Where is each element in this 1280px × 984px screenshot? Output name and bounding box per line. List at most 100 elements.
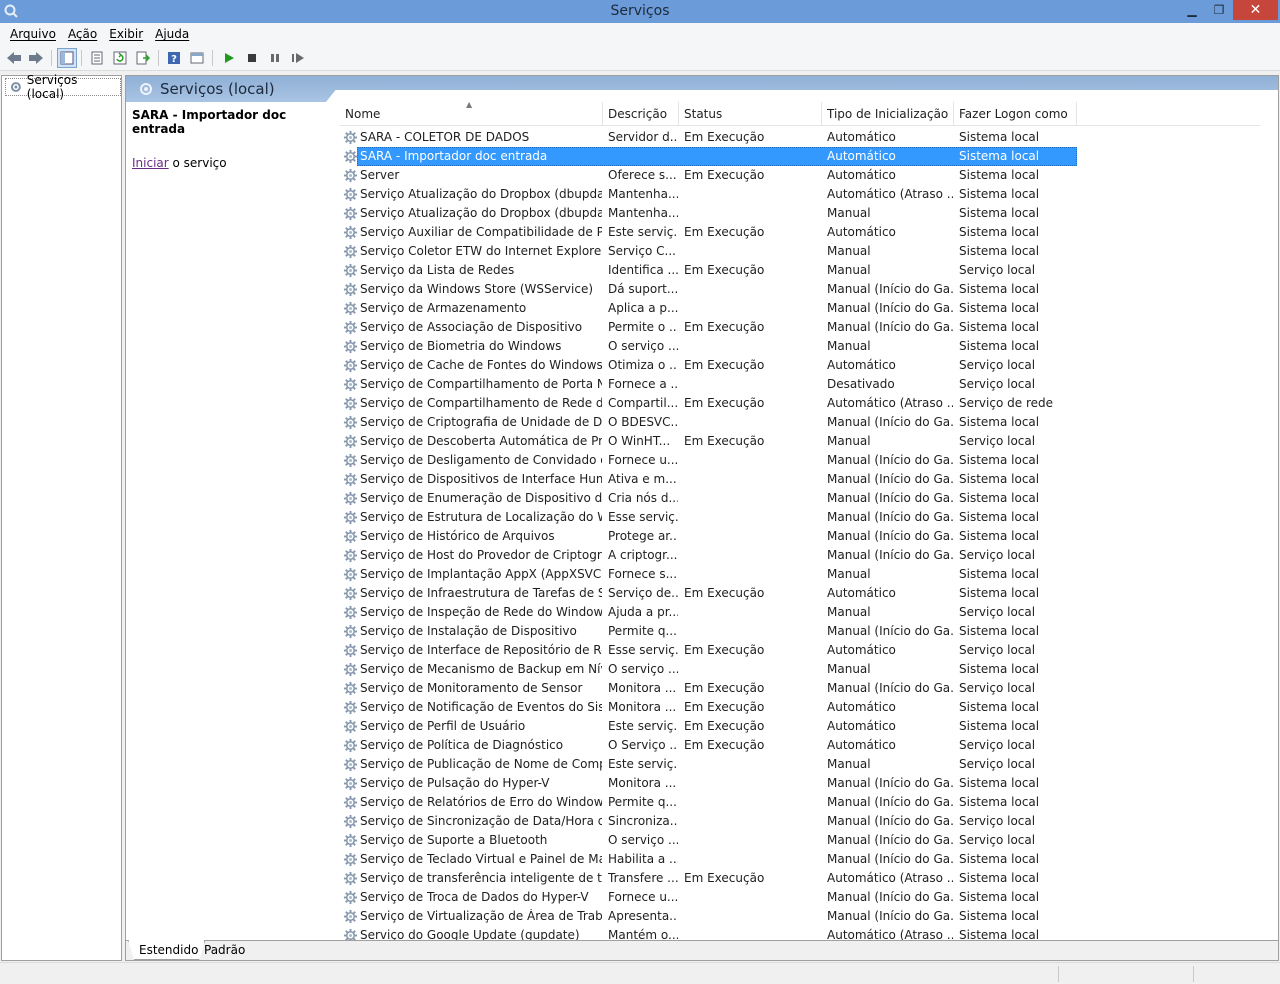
table-row[interactable]: Serviço de Enumeração de Dispositivo de … bbox=[340, 489, 1260, 508]
table-row[interactable]: Serviço de Desligamento de Convidado do … bbox=[340, 451, 1260, 470]
cell-description: Permite q... bbox=[608, 795, 677, 809]
close-button[interactable]: ✕ bbox=[1233, 0, 1278, 20]
cell-description: Ajuda a pr... bbox=[608, 605, 678, 619]
menu-arquivo[interactable]: Arquivo bbox=[4, 27, 62, 41]
table-row[interactable]: Serviço de Publicação de Nome de Comput.… bbox=[340, 755, 1260, 774]
table-row[interactable]: Serviço de Armazenamento Aplica a p... Man… bbox=[340, 299, 1260, 318]
properties-icon[interactable] bbox=[87, 48, 107, 68]
menu-acao[interactable]: Ação bbox=[62, 27, 103, 41]
table-row[interactable]: Serviço de Pulsação do Hyper-V Monitora .… bbox=[340, 774, 1260, 793]
table-row[interactable]: Serviço de Cache de Fontes do Windows Oti… bbox=[340, 356, 1260, 375]
table-row[interactable]: Serviço Atualização do Dropbox (dbupdate… bbox=[340, 185, 1260, 204]
pause-service-icon[interactable] bbox=[265, 48, 285, 68]
column-header-logon-as[interactable]: Fazer Logon como bbox=[954, 102, 1077, 126]
table-row[interactable]: Serviço de Teclado Virtual e Painel de M… bbox=[340, 850, 1260, 869]
start-service-icon[interactable] bbox=[219, 48, 239, 68]
table-row[interactable]: Serviço de Interface de Repositório de R… bbox=[340, 641, 1260, 660]
table-row[interactable]: Server Oferece s... Em Execução Automático S… bbox=[340, 166, 1260, 185]
restore-button[interactable]: ❐ bbox=[1205, 0, 1233, 20]
table-row[interactable]: Serviço de transferência inteligente de … bbox=[340, 869, 1260, 888]
table-row[interactable]: Serviço de Dispositivos de Interface Hum… bbox=[340, 470, 1260, 489]
service-gear-icon bbox=[343, 453, 358, 468]
export-list-icon[interactable] bbox=[133, 48, 153, 68]
cell-description: Fornece u... bbox=[608, 890, 678, 904]
cell-logon-as: Sistema local bbox=[959, 244, 1040, 258]
table-row[interactable]: Serviço Auxiliar de Compatibilidade de P… bbox=[340, 223, 1260, 242]
table-row[interactable]: Serviço de Biometria do Windows O serviço… bbox=[340, 337, 1260, 356]
cell-status: Em Execução bbox=[684, 320, 765, 334]
cell-startup-type: Manual (Início do Ga... bbox=[827, 814, 953, 828]
cell-logon-as: Sistema local bbox=[959, 168, 1040, 182]
table-row[interactable]: SARA - COLETOR DE DADOS Servidor d... Em E… bbox=[340, 128, 1260, 147]
table-row[interactable]: Serviço de Inspeção de Rede do Windows D… bbox=[340, 603, 1260, 622]
table-row[interactable]: Serviço de Histórico de Arquivos Protege … bbox=[340, 527, 1260, 546]
cell-description: Servidor d... bbox=[608, 130, 678, 144]
console-view-icon[interactable] bbox=[187, 48, 207, 68]
table-row[interactable]: Serviço de Associação de Dispositivo Perm… bbox=[340, 318, 1260, 337]
column-header-startup-type[interactable]: Tipo de Inicialização bbox=[822, 102, 954, 126]
table-row[interactable]: Serviço de Compartilhamento de Rede do .… bbox=[340, 394, 1260, 413]
cell-startup-type: Manual (Início do Ga... bbox=[827, 529, 953, 543]
menu-ajuda[interactable]: Ajuda bbox=[149, 27, 195, 41]
cell-startup-type: Manual bbox=[827, 605, 871, 619]
table-row[interactable]: Serviço de Relatórios de Erro do Windows… bbox=[340, 793, 1260, 812]
table-row[interactable]: Serviço de Implantação AppX (AppXSVC) For… bbox=[340, 565, 1260, 584]
column-header-description[interactable]: Descrição bbox=[603, 102, 679, 126]
cell-description: Otimiza o ... bbox=[608, 358, 678, 372]
table-row[interactable]: Serviço de Suporte a Bluetooth O serviço … bbox=[340, 831, 1260, 850]
table-row[interactable]: Serviço da Lista de Redes Identifica ... E… bbox=[340, 261, 1260, 280]
table-row[interactable]: Serviço de Criptografia de Unidade de Di… bbox=[340, 413, 1260, 432]
start-service-link[interactable]: Iniciar bbox=[132, 156, 169, 170]
table-row[interactable]: Serviço de Perfil de Usuário Este serviç.… bbox=[340, 717, 1260, 736]
table-row[interactable]: Serviço do Google Update (gupdate) Mantém… bbox=[340, 926, 1260, 940]
table-row[interactable]: Serviço de Mecanismo de Backup em Nível … bbox=[340, 660, 1260, 679]
service-gear-icon bbox=[343, 510, 358, 525]
table-row[interactable]: Serviço de Infraestrutura de Tarefas de … bbox=[340, 584, 1260, 603]
cell-startup-type: Manual (Início do Ga... bbox=[827, 833, 953, 847]
service-gear-icon bbox=[343, 605, 358, 620]
table-row[interactable]: Serviço de Descoberta Automática de Prox… bbox=[340, 432, 1260, 451]
table-row[interactable]: Serviço de Estrutura de Localização do W… bbox=[340, 508, 1260, 527]
service-gear-icon bbox=[343, 358, 358, 373]
tree-item-services-local[interactable]: Serviços (local) bbox=[5, 73, 121, 101]
service-gear-icon bbox=[343, 681, 358, 696]
table-row[interactable]: Serviço de Política de Diagnóstico O Serv… bbox=[340, 736, 1260, 755]
table-row[interactable]: Serviço de Host do Provedor de Criptogra… bbox=[340, 546, 1260, 565]
column-header-name[interactable]: Nome ▲ bbox=[340, 102, 603, 126]
refresh-icon[interactable] bbox=[110, 48, 130, 68]
menu-exibir[interactable]: Exibir bbox=[103, 27, 149, 41]
cell-status: Em Execução bbox=[684, 225, 765, 239]
minimize-button[interactable]: ▁ bbox=[1178, 0, 1206, 20]
tab-padrao[interactable]: Padrão bbox=[194, 940, 251, 960]
cell-name: Serviço Atualização do Dropbox (dbupdate… bbox=[360, 206, 602, 220]
table-row[interactable]: Serviço de Sincronização de Data/Hora do… bbox=[340, 812, 1260, 831]
cell-startup-type: Manual (Início do Ga... bbox=[827, 510, 953, 524]
menu-bar: Arquivo Ação Exibir Ajuda bbox=[0, 23, 1280, 45]
table-row[interactable]: Serviço de Instalação de Dispositivo Perm… bbox=[340, 622, 1260, 641]
table-row[interactable]: SARA - Importador doc entrada Automático S… bbox=[340, 147, 1260, 166]
table-row[interactable]: Serviço Coletor ETW do Internet Explorer… bbox=[340, 242, 1260, 261]
cell-description: Protege ar... bbox=[608, 529, 678, 543]
show-hide-tree-icon[interactable] bbox=[57, 48, 77, 68]
column-header-status[interactable]: Status bbox=[679, 102, 822, 126]
view-tabs: Estendido Padrão bbox=[126, 940, 1278, 960]
table-row[interactable]: Serviço Atualização do Dropbox (dbupdate… bbox=[340, 204, 1260, 223]
cell-name: Serviço de Interface de Repositório de R… bbox=[360, 643, 602, 657]
cell-status: Em Execução bbox=[684, 871, 765, 885]
table-row[interactable]: Serviço de Virtualização de Área de Trab… bbox=[340, 907, 1260, 926]
cell-startup-type: Manual (Início do Ga... bbox=[827, 472, 953, 486]
cell-startup-type: Desativado bbox=[827, 377, 895, 391]
table-row[interactable]: Serviço da Windows Store (WSService) Dá s… bbox=[340, 280, 1260, 299]
service-gear-icon bbox=[343, 738, 358, 753]
forward-icon[interactable] bbox=[26, 48, 46, 68]
back-icon[interactable] bbox=[4, 48, 24, 68]
table-row[interactable]: Serviço de Compartilhamento de Porta Net… bbox=[340, 375, 1260, 394]
table-row[interactable]: Serviço de Notificação de Eventos do Sis… bbox=[340, 698, 1260, 717]
table-row[interactable]: Serviço de Troca de Dados do Hyper-V Forn… bbox=[340, 888, 1260, 907]
cell-description: Sincroniza... bbox=[608, 814, 678, 828]
help-icon[interactable]: ? bbox=[164, 48, 184, 68]
restart-service-icon[interactable] bbox=[288, 48, 308, 68]
stop-service-icon[interactable] bbox=[242, 48, 262, 68]
table-row[interactable]: Serviço de Monitoramento de Sensor Monito… bbox=[340, 679, 1260, 698]
cell-description: Habilita a ... bbox=[608, 852, 678, 866]
